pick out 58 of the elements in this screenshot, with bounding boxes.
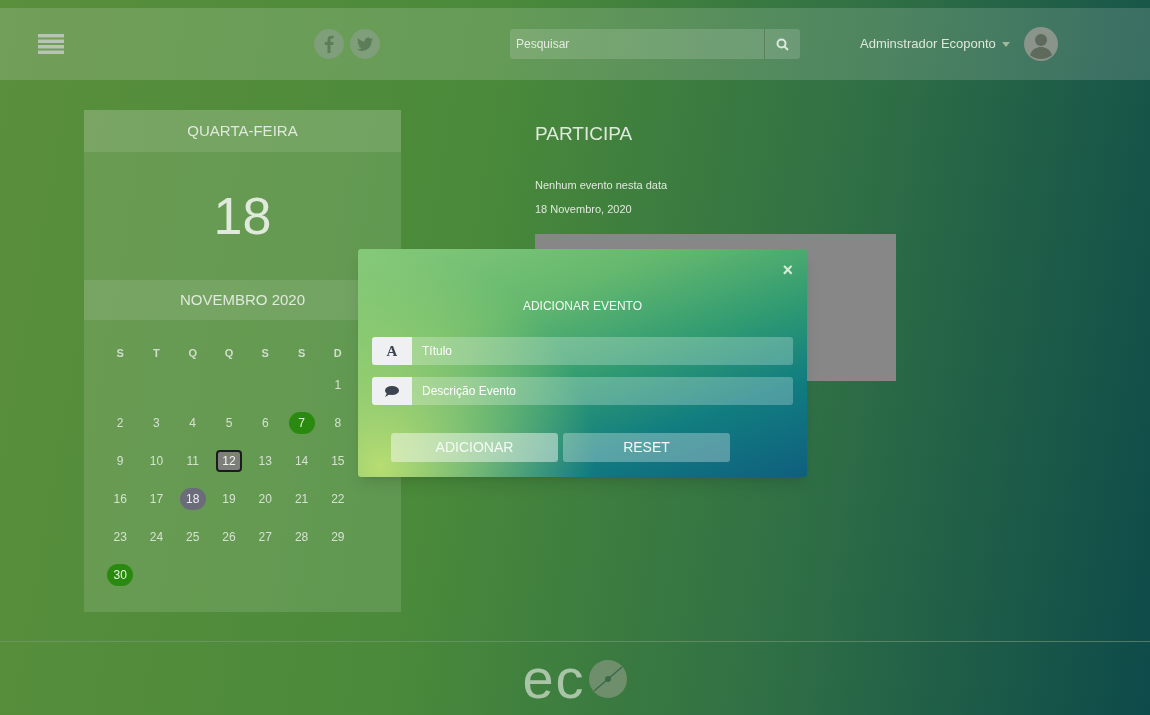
calendar-day[interactable]: 4 [179,412,206,434]
weekday-label: D [333,345,342,361]
calendar-day[interactable]: 16 [107,488,134,510]
calendar-day[interactable]: 12 [216,450,242,472]
user-name[interactable]: Adminstrador Ecoponto [860,34,996,54]
weekday-label: S [116,345,124,361]
calendar-day[interactable]: 8 [324,412,351,434]
calendar-day[interactable]: 28 [288,526,315,548]
calendar-day[interactable]: 13 [252,450,279,472]
day-number: 18 [212,186,273,247]
calendar-day[interactable]: 30 [107,564,134,586]
section-title: PARTICIPA [535,122,634,146]
twitter-icon[interactable] [350,29,380,59]
calendar-day[interactable]: 15 [324,450,351,472]
calendar-day[interactable]: 6 [252,412,279,434]
weekday-header: QUARTA-FEIRA [84,110,401,152]
avatar-icon[interactable] [1023,27,1058,61]
calendar-day[interactable]: 1 [324,374,351,396]
calendar-day[interactable]: 19 [216,488,242,510]
font-icon: A [386,339,398,363]
calendar-day[interactable]: 17 [143,488,170,510]
dialog-button[interactable]: ADICIONAR [391,433,558,462]
facebook-icon[interactable] [314,29,344,59]
menu-icon[interactable] [38,34,64,54]
calendar-day[interactable]: 14 [288,450,315,472]
calendar-day[interactable]: 27 [252,526,279,548]
date-label: 18 Novembro, 2020 [535,202,633,217]
calendar-day[interactable]: 11 [179,450,206,472]
search-icon [776,37,789,51]
calendar-day[interactable]: 22 [324,488,351,510]
close-button[interactable]: × [782,261,793,279]
dialog-title: ADICIONAR EVENTO [522,298,643,315]
no-events-message: Nenhum evento nesta data [535,177,669,193]
calendar-day[interactable]: 29 [324,526,351,548]
calendar-day[interactable]: 25 [179,526,206,548]
weekday-label: S [297,345,306,361]
dialog-button[interactable]: RESET [563,433,730,462]
calendar-day[interactable]: 18 [179,488,206,510]
calendar-day[interactable]: 10 [143,450,170,472]
calendar-day[interactable]: 9 [107,450,134,472]
logo-text: ec [522,650,586,707]
weekday-label: T [153,345,160,361]
disc-icon [587,658,628,699]
calendar-day[interactable]: 2 [107,412,134,434]
speech-bubble-icon [385,385,399,397]
calendar-day[interactable]: 26 [216,526,242,548]
weekday-label: Q [188,345,197,361]
calendar-day[interactable]: 3 [143,412,170,434]
calendar-day[interactable]: 24 [143,526,170,548]
weekday-label: S [261,345,269,361]
calendar-day[interactable]: 5 [216,412,242,434]
calendar-day[interactable]: 20 [252,488,279,510]
calendar-day[interactable]: 21 [288,488,315,510]
search-button[interactable] [764,29,800,59]
calendar-day[interactable]: 7 [288,412,315,434]
weekday-label: Q [224,345,234,361]
calendar-day[interactable]: 23 [107,526,134,548]
caret-icon[interactable] [1001,41,1010,47]
